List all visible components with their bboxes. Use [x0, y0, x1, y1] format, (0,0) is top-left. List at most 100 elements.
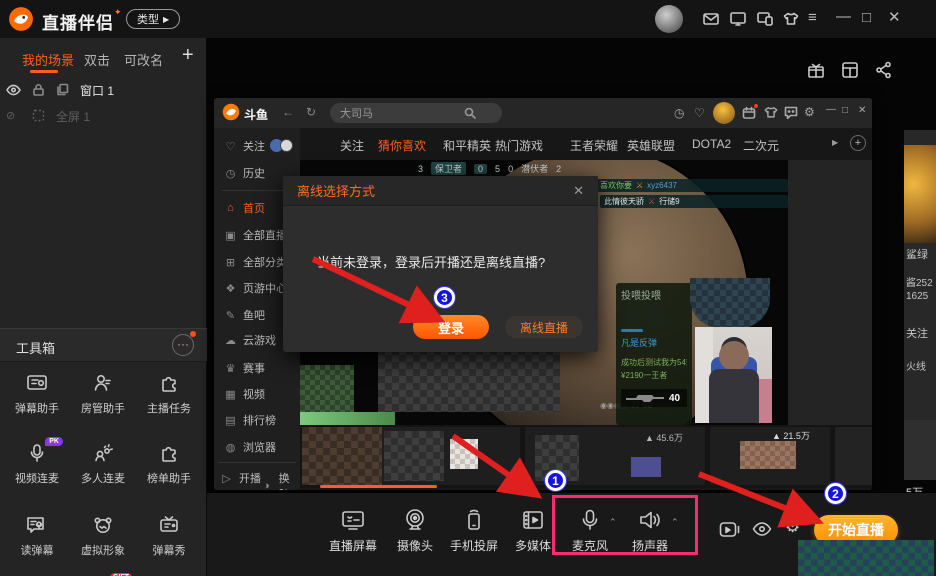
- scoreboard: 3 保卫者 0 5 0 潜伏者 2: [418, 162, 561, 175]
- tool-read-danmu[interactable]: 读弹幕: [5, 513, 69, 558]
- minimize-button[interactable]: —: [836, 9, 851, 25]
- mail-icon[interactable]: [703, 12, 719, 26]
- nav-tab-hepingjingying[interactable]: 和平精英: [443, 137, 491, 154]
- offline-live-button[interactable]: 离线直播: [505, 316, 583, 338]
- settings-gear-icon[interactable]: ⚙: [804, 105, 815, 119]
- nav-tab-erciyuan[interactable]: 二次元: [743, 137, 779, 154]
- copy-icon[interactable]: [56, 83, 69, 96]
- side-start-broadcast[interactable]: ▷开播: [220, 470, 261, 486]
- nav-tab-follow[interactable]: 关注: [340, 137, 364, 154]
- devices-icon[interactable]: [757, 12, 773, 26]
- heart-icon[interactable]: ♡: [694, 106, 705, 120]
- side-webgame-center[interactable]: ❖页游中心: [224, 280, 287, 296]
- nav-tab-dota2[interactable]: DOTA2: [692, 137, 731, 151]
- tool-label: 弹幕助手: [5, 400, 69, 416]
- history-clock-icon[interactable]: ◷: [674, 106, 684, 120]
- refresh-icon[interactable]: ↻: [306, 105, 316, 119]
- tool-danmu-assistant[interactable]: 弹幕助手: [5, 371, 69, 416]
- tool-virtual-avatar[interactable]: 虚拟形象: [71, 513, 135, 558]
- back-icon[interactable]: ←: [282, 105, 294, 119]
- type-button[interactable]: 类型 ▶: [126, 9, 180, 29]
- feedback-chat-icon[interactable]: [784, 106, 798, 119]
- gift-box-icon[interactable]: [806, 60, 826, 80]
- add-scene-button[interactable]: +: [182, 44, 194, 67]
- stream-thumbnail[interactable]: ↻: [835, 427, 872, 485]
- tool-label: 弹幕秀: [137, 542, 201, 558]
- tool-room-admin[interactable]: 房管助手: [71, 371, 135, 416]
- feed-link[interactable]: 凡是反弹: [621, 336, 687, 349]
- nav-tab-wangzhe[interactable]: 王者荣耀: [570, 137, 618, 154]
- close-button[interactable]: ✕: [888, 10, 901, 26]
- side-video[interactable]: ▦视频: [224, 386, 265, 402]
- tab-double-click[interactable]: 双击: [84, 50, 110, 69]
- hidden-icon[interactable]: ⊘: [6, 109, 15, 122]
- side-cloud-game[interactable]: ☁云游戏: [224, 332, 276, 348]
- maximize-button[interactable]: □: [862, 10, 871, 26]
- frame-icon[interactable]: [32, 109, 45, 122]
- tab-renameable[interactable]: 可改名: [124, 50, 163, 69]
- toolbar-live-screen[interactable]: 直播屏幕: [318, 507, 388, 554]
- stream-thumbnail[interactable]: ▲ 21.5万: [710, 427, 830, 485]
- preview-eye-icon[interactable]: [752, 521, 772, 537]
- side-all-categories[interactable]: ⊞全部分类: [224, 254, 287, 270]
- settings-gear-icon[interactable]: ⚙: [785, 517, 800, 537]
- active-thumbnail-indicator: [320, 485, 437, 488]
- tab-my-scenes[interactable]: 我的场景: [22, 50, 74, 69]
- nav-tab-lol[interactable]: 英雄联盟: [627, 137, 675, 154]
- side-follow[interactable]: ♡关注: [224, 138, 265, 154]
- toolbox-more-button[interactable]: ···: [172, 334, 194, 356]
- tool-anchor-task[interactable]: 主播任务: [137, 371, 201, 416]
- stream-thumbnail[interactable]: [302, 427, 520, 485]
- menu-icon[interactable]: ≡: [808, 10, 817, 26]
- streamer-avatar[interactable]: [713, 102, 735, 124]
- tshirt-icon[interactable]: [783, 12, 799, 26]
- side-esports[interactable]: ♛赛事: [224, 360, 265, 376]
- nav-more-arrow[interactable]: ▶: [832, 138, 838, 147]
- user-avatar[interactable]: [655, 5, 683, 33]
- side-home[interactable]: ⌂首页: [224, 200, 265, 216]
- feed-slot[interactable]: [621, 308, 639, 326]
- browser-close[interactable]: ✕: [858, 105, 866, 116]
- tool-multi-link-mic[interactable]: 多人连麦: [71, 441, 135, 486]
- feed-slot[interactable]: [645, 308, 663, 326]
- search-box[interactable]: [330, 103, 502, 123]
- login-button[interactable]: 登录: [413, 315, 489, 339]
- browser-maximize[interactable]: □: [842, 105, 848, 116]
- lock-icon[interactable]: [32, 83, 45, 96]
- search-input[interactable]: [338, 106, 458, 120]
- record-icon[interactable]: [719, 520, 741, 540]
- tshirt-skin-icon[interactable]: [764, 106, 778, 119]
- eye-icon[interactable]: [6, 84, 21, 96]
- follow-avatar-2[interactable]: [280, 139, 293, 152]
- strip-mascot-image: [904, 145, 936, 243]
- side-browser[interactable]: ◍浏览器: [224, 439, 276, 455]
- strip-follow[interactable]: 关注: [906, 325, 936, 341]
- type-button-label: 类型: [137, 11, 159, 27]
- side-change-skin[interactable]: ◑换肤: [260, 470, 300, 490]
- tv-icon: ▣: [224, 229, 237, 242]
- browser-minimize[interactable]: —: [826, 104, 836, 115]
- nav-tab-hot-games[interactable]: 热门游戏: [495, 137, 543, 154]
- side-history[interactable]: ◷历史: [224, 165, 265, 181]
- layout-icon[interactable]: [840, 60, 860, 80]
- calendar-icon[interactable]: [742, 106, 756, 120]
- chevron-right-icon: ▶: [163, 15, 169, 24]
- scene-item-window1[interactable]: 窗口 1: [80, 82, 114, 99]
- scene-item-fullscreen1[interactable]: 全屏 1: [56, 108, 90, 125]
- streamer-head: [719, 341, 749, 371]
- side-all-live[interactable]: ▣全部直播: [224, 227, 287, 243]
- tool-danmu-show[interactable]: 弹幕秀: [137, 513, 201, 558]
- feed-gift-panel: 投喂投喂 凡是反弹 成功后测试我为54效 ¥2190一王者 40: [616, 283, 692, 425]
- tool-video-link-mic[interactable]: PK 视频连麦: [5, 441, 69, 486]
- nav-tab-recommend[interactable]: 猜你喜欢: [378, 137, 426, 154]
- team-left: 保卫者: [431, 162, 466, 175]
- share-icon[interactable]: [874, 60, 894, 80]
- side-ranking[interactable]: ▤排行榜: [224, 412, 276, 428]
- side-yuba[interactable]: ✎鱼吧: [224, 307, 265, 323]
- nav-add-button[interactable]: +: [850, 135, 866, 151]
- tool-rank-assistant[interactable]: 榜单助手: [137, 441, 201, 486]
- step-badge-2: 2: [825, 483, 846, 504]
- live-monitor-icon[interactable]: [730, 12, 746, 26]
- dialog-close-icon[interactable]: ✕: [573, 183, 584, 199]
- toolbox-header: 工具箱 ···: [0, 328, 207, 362]
